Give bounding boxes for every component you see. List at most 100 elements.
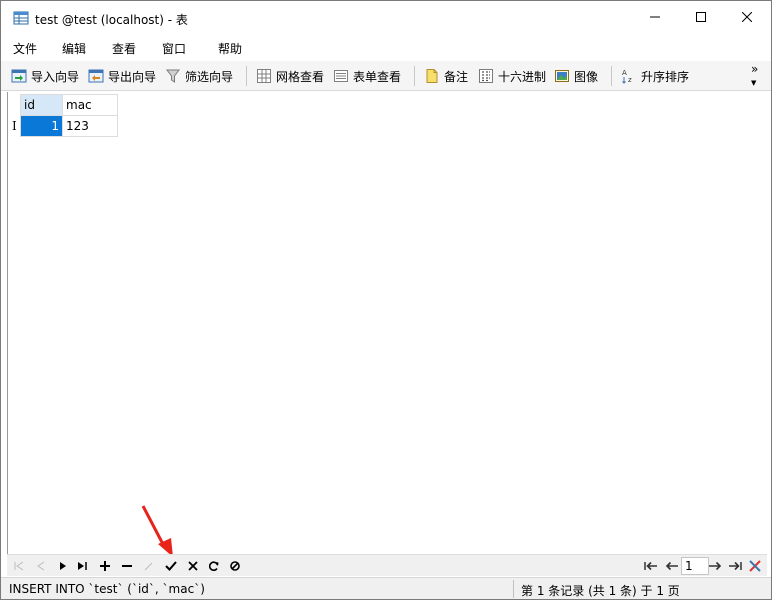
grid-view-icon	[257, 69, 271, 83]
table-window: test @test (localhost) - 表 文件 编辑 查看 窗口 帮…	[0, 0, 772, 600]
cancel-icon	[188, 561, 198, 571]
form-view-icon	[334, 70, 348, 82]
table-row[interactable]: 1 123	[20, 115, 118, 137]
filter-wizard-button[interactable]: 筛选向导	[165, 66, 233, 86]
minus-icon	[122, 565, 132, 567]
hex-label: 十六进制	[498, 69, 547, 84]
form-view-label: 表单查看	[353, 69, 402, 84]
status-sql-text: INSERT INTO `test` (`id`, `mac`) VALUES	[9, 582, 205, 596]
last-record-icon	[78, 562, 87, 570]
edit-record-button[interactable]	[141, 557, 157, 575]
cell-id[interactable]: 1	[20, 115, 63, 137]
next-record-button[interactable]	[55, 557, 71, 575]
page-number-input[interactable]: 1	[681, 557, 709, 575]
annotation-arrow-icon	[141, 505, 173, 557]
data-grid[interactable]: I id mac 1 123	[7, 92, 767, 554]
tools-icon	[749, 560, 761, 572]
previous-page-button[interactable]	[664, 557, 680, 575]
tools-button[interactable]	[747, 557, 763, 575]
cell-mac[interactable]: 123	[62, 115, 118, 137]
status-separator	[513, 580, 514, 598]
export-icon	[88, 69, 104, 83]
table-icon	[13, 10, 29, 26]
plus-icon	[100, 561, 110, 571]
image-label: 图像	[574, 69, 599, 84]
minimize-button[interactable]	[632, 1, 678, 33]
delete-record-button[interactable]	[119, 557, 135, 575]
status-record-info: 第 1 条记录 (共 1 条) 于 1 页	[521, 584, 680, 598]
refresh-button[interactable]	[206, 557, 222, 575]
overflow-dropdown-icon: ▼	[751, 79, 757, 87]
status-bar: INSERT INTO `test` (`id`, `mac`) VALUES …	[1, 577, 771, 599]
last-page-button[interactable]	[727, 557, 743, 575]
toolbar-separator	[414, 66, 415, 86]
menu-edit[interactable]: 编辑	[62, 40, 86, 57]
column-header-mac[interactable]: mac	[62, 94, 118, 116]
previous-record-button[interactable]	[33, 557, 49, 575]
first-record-icon	[14, 561, 24, 571]
sort-ascending-icon: A z	[622, 69, 632, 84]
edit-icon	[144, 562, 153, 571]
column-header-id[interactable]: id	[20, 94, 63, 116]
last-record-button[interactable]	[75, 557, 91, 575]
grid-view-button[interactable]: 网格查看	[256, 66, 324, 86]
menu-view[interactable]: 查看	[112, 40, 136, 57]
discard-changes-button[interactable]	[185, 557, 201, 575]
toolbar-separator	[246, 66, 247, 86]
toolbar-overflow-button[interactable]: » ▼	[751, 63, 758, 89]
sort-ascending-label: 升序排序	[641, 69, 690, 84]
window-title: test @test (localhost) - 表	[35, 13, 188, 27]
record-navigation-bar: 1	[7, 554, 767, 576]
next-page-button[interactable]	[707, 557, 723, 575]
memo-icon	[426, 69, 438, 83]
image-icon	[555, 70, 569, 82]
previous-page-icon	[665, 561, 678, 571]
apply-changes-button[interactable]	[163, 557, 179, 575]
row-edit-marker-icon: I	[12, 119, 17, 133]
first-record-button[interactable]	[11, 557, 27, 575]
toolbar-separator	[611, 66, 612, 86]
header-row: id mac	[20, 94, 118, 116]
form-view-button[interactable]: 表单查看	[333, 66, 401, 86]
last-page-icon	[729, 561, 742, 571]
refresh-icon	[209, 561, 219, 571]
hex-button[interactable]: 十六进制	[478, 66, 546, 86]
minimize-icon	[650, 16, 660, 18]
first-page-icon	[644, 561, 657, 571]
checkmark-icon	[165, 561, 177, 571]
maximize-button[interactable]	[678, 1, 724, 33]
filter-icon	[166, 69, 180, 83]
add-record-button[interactable]	[97, 557, 113, 575]
memo-label: 备注	[444, 69, 469, 84]
import-icon	[11, 69, 27, 83]
svg-text:A: A	[622, 69, 627, 77]
toolbar: 导入向导 导出向导 筛选向导 网格查看 表单查看 备注 十六进制 图像 A z …	[1, 61, 771, 91]
image-button[interactable]: 图像	[554, 66, 598, 86]
menu-file[interactable]: 文件	[13, 40, 37, 57]
title-bar: test @test (localhost) - 表	[1, 1, 771, 35]
overflow-chevron-icon: »	[751, 62, 759, 76]
export-wizard-label: 导出向导	[108, 69, 157, 84]
next-record-icon	[60, 562, 66, 570]
close-icon	[742, 12, 752, 22]
grid-view-label: 网格查看	[276, 69, 325, 84]
export-wizard-button[interactable]: 导出向导	[88, 66, 156, 86]
close-button[interactable]	[724, 1, 770, 33]
next-page-icon	[709, 561, 722, 571]
filter-wizard-label: 筛选向导	[185, 69, 234, 84]
previous-record-icon	[37, 561, 45, 571]
svg-text:z: z	[628, 76, 632, 84]
maximize-icon	[696, 12, 706, 22]
first-page-button[interactable]	[643, 557, 659, 575]
import-wizard-label: 导入向导	[31, 69, 80, 84]
menu-window[interactable]: 窗口	[162, 40, 186, 57]
memo-button[interactable]: 备注	[424, 66, 468, 86]
menu-bar: 文件 编辑 查看 窗口 帮助	[1, 37, 771, 59]
stop-button[interactable]	[227, 557, 243, 575]
import-wizard-button[interactable]: 导入向导	[11, 66, 79, 86]
menu-help[interactable]: 帮助	[218, 40, 242, 57]
stop-icon	[230, 561, 240, 571]
data-table: id mac 1 123	[20, 94, 118, 137]
sort-ascending-button[interactable]: A z 升序排序	[621, 66, 689, 86]
hex-icon	[479, 69, 493, 83]
